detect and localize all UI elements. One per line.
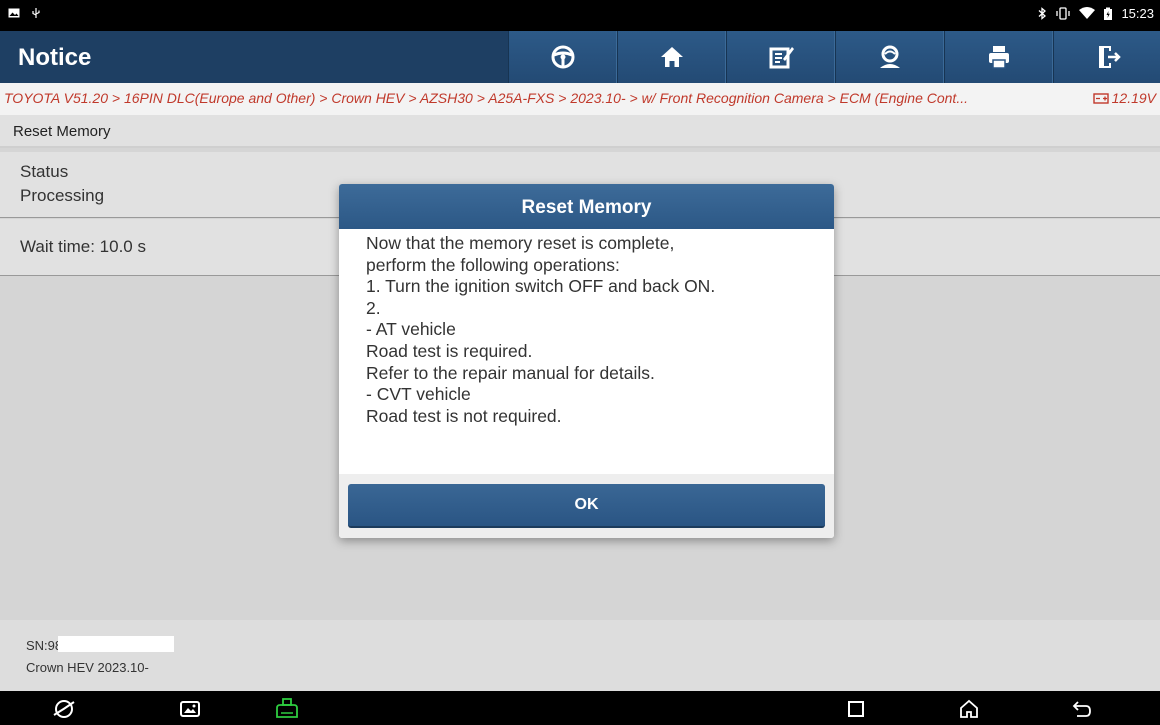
dialog-line: Now that the memory reset is complete, (366, 233, 675, 253)
bluetooth-icon (1039, 7, 1047, 20)
home-button[interactable] (617, 31, 726, 83)
section-title: Reset Memory (0, 115, 1160, 148)
report-button[interactable] (726, 31, 835, 83)
battery-icon (1104, 7, 1113, 20)
browser-button[interactable] (52, 697, 76, 721)
vehicle-model: Crown HEV 2023.10- (26, 660, 149, 675)
breadcrumb-path: TOYOTA V51.20 > 16PIN DLC(Europe and Oth… (4, 90, 968, 106)
print-button[interactable] (944, 31, 1053, 83)
status-label: Status (20, 162, 69, 181)
wifi-icon (1079, 7, 1096, 19)
dialog-footer: OK (339, 474, 834, 538)
vci-button[interactable] (272, 697, 302, 721)
status-value: Processing (20, 186, 105, 205)
voltage-value: 12.19V (1111, 90, 1156, 106)
gallery-icon (180, 701, 200, 717)
android-nav-bar (0, 691, 1160, 725)
dialog-title: Reset Memory (339, 184, 834, 229)
recents-icon (848, 701, 864, 717)
vibrate-icon (1056, 7, 1071, 20)
usb-icon (32, 8, 40, 18)
clock: 15:23 (1121, 6, 1154, 21)
image-icon (8, 8, 20, 18)
dialog-line: - CVT vehicle (366, 384, 471, 405)
browser-icon (53, 700, 75, 718)
exit-icon (1098, 46, 1121, 68)
nav-home-button[interactable] (957, 697, 981, 721)
app-header: Notice (0, 31, 1160, 83)
edit-report-icon (769, 47, 794, 69)
dialog-line: Road test is required. (366, 340, 533, 361)
battery-voltage-icon (1092, 93, 1109, 104)
recents-button[interactable] (844, 697, 868, 721)
steering-wheel-button[interactable] (508, 31, 617, 83)
serial-redaction (58, 636, 174, 652)
dialog-line: 2. (366, 297, 381, 318)
back-button[interactable] (1070, 697, 1094, 721)
ok-button[interactable]: OK (348, 484, 825, 528)
status-bar: 15:23 (0, 0, 1160, 31)
print-icon (988, 46, 1009, 69)
dialog-line: Road test is not required. (366, 405, 562, 426)
footer: SN:98 Crown HEV 2023.10- (0, 620, 1160, 691)
serial-number: SN:98 (26, 638, 63, 653)
vci-icon (276, 698, 298, 718)
gallery-button[interactable] (178, 697, 202, 721)
dialog-line: 1. Turn the ignition switch OFF and back… (366, 276, 716, 297)
back-icon (1072, 701, 1091, 717)
home-icon (960, 699, 978, 718)
dialog-line: Refer to the repair manual for details. (366, 362, 655, 383)
remote-support-icon (879, 45, 900, 68)
page-title: Notice (18, 44, 92, 71)
reset-memory-dialog: Reset Memory Now that the memory reset i… (339, 184, 834, 538)
steering-wheel-icon (551, 45, 574, 69)
home-icon (660, 47, 683, 67)
wait-time-text: Wait time: 10.0 s (20, 237, 146, 256)
toolbar (508, 31, 1160, 83)
dialog-line: - AT vehicle (366, 319, 456, 340)
breadcrumb: TOYOTA V51.20 > 16PIN DLC(Europe and Oth… (0, 83, 1160, 115)
remote-support-button[interactable] (835, 31, 944, 83)
dialog-message: Now that the memory reset is complete, p… (366, 233, 816, 427)
dialog-line: perform the following operations: (366, 254, 620, 275)
exit-button[interactable] (1053, 31, 1160, 83)
voltage-indicator: 12.19V (1092, 90, 1156, 106)
